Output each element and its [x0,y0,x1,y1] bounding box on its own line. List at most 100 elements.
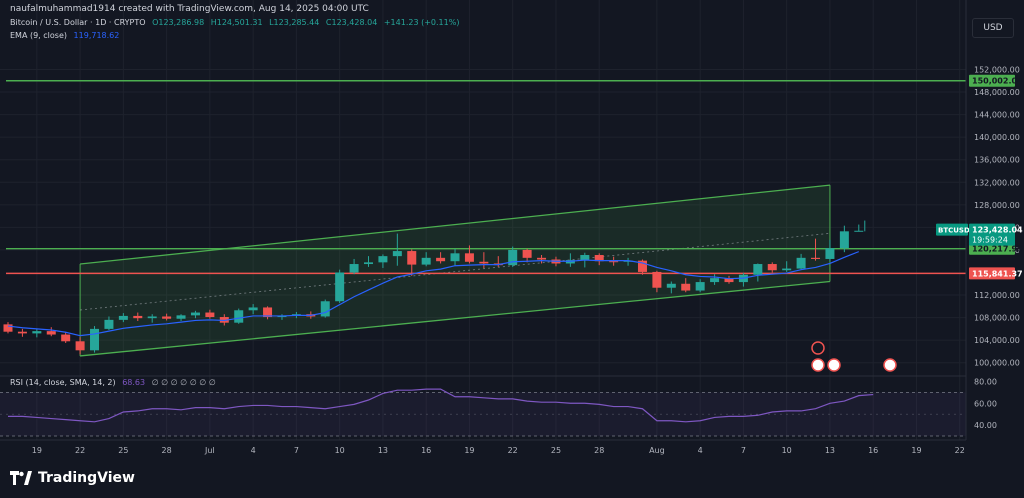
symbol-legend[interactable]: Bitcoin / U.S. Dollar · 1D · CRYPTO O123… [10,18,463,27]
candle-body [652,271,662,288]
channel-fill [80,185,830,356]
price-tick-label: 140,000.00 [974,133,1020,142]
time-tick-label: 22 [75,446,85,455]
candle-body [609,261,619,263]
candle-body [248,307,258,311]
level-label-low: 115,841.37 [972,269,1023,278]
candle-body [666,283,676,288]
candle-body [450,253,460,262]
time-tick-label: 7 [741,446,746,455]
candle-body [176,315,186,319]
chart-header: naufalmuhammad1914 created with TradingV… [10,4,369,14]
price-tick-label: 144,000.00 [974,111,1020,120]
level-label-mid: 120,217.99 [972,245,1023,254]
price-tick-label: 108,000.00 [974,314,1020,323]
ema-legend[interactable]: EMA (9, close) 119,718.62 [10,31,123,40]
rsi-tick-label: 40.00 [974,421,997,430]
tradingview-brand[interactable]: TradingView [10,470,135,486]
currency-button[interactable]: USD [972,18,1014,38]
time-tick-label: 28 [594,446,604,455]
candle-body [320,301,330,317]
rsi-value: 68.63 [122,378,146,387]
candle-body [349,264,359,273]
candle-body [133,315,143,319]
ema-value: 119,718.62 [73,31,120,40]
time-tick-label: Aug [649,446,665,455]
time-tick-label: 28 [162,446,172,455]
candle-body [234,310,244,323]
price-chart[interactable]: 100,000.00 104,000.00 108,000.00 112,000.00… [0,0,1024,498]
price-tick-label: 104,000.00 [974,336,1020,345]
candle-body [190,312,200,316]
candle-body [118,315,128,320]
candle-body [839,231,849,249]
symbol-tag: BTCUSD [938,227,970,235]
candle-body [825,248,835,259]
price-tick-label: 132,000.00 [974,178,1020,187]
open-value: O123,286.98 [152,18,205,27]
candle-body [17,331,27,334]
event-icon [811,358,825,372]
time-tick-label: 13 [378,446,388,455]
candle-body [104,319,114,329]
candle-body [580,255,590,261]
time-tick-label: Jul [204,446,215,455]
candle-body [147,316,157,319]
time-tick-label: 10 [335,446,345,455]
candle-body [162,316,172,319]
time-tick-label: 25 [118,446,128,455]
high-value: H124,501.31 [210,18,263,27]
rsi-na-values: ∅ ∅ ∅ ∅ ∅ ∅ ∅ [151,378,216,387]
time-tick-label: 4 [698,446,703,455]
time-tick-label: 16 [868,446,878,455]
time-tick-label: 19 [911,446,921,455]
rsi-legend[interactable]: RSI (14, close, SMA, 14, 2) 68.63 ∅ ∅ ∅ … [10,378,220,387]
symbol-title: Bitcoin / U.S. Dollar · 1D · CRYPTO [10,18,146,27]
candle-body [378,256,388,263]
candle-body [75,341,85,351]
candle-body [46,331,56,335]
event-icon [827,358,841,372]
candle-body [479,261,489,264]
brand-name: TradingView [38,470,135,486]
candle-body [3,324,13,332]
event-icon [883,358,897,372]
level-label-top: 150,002.04 [972,77,1023,86]
time-tick-label: 7 [294,446,299,455]
candle-body [90,328,100,351]
low-value: L123,285.44 [269,18,320,27]
candle-body [407,251,417,265]
close-value: C123,428.04 [325,18,378,27]
time-tick-label: 19 [464,446,474,455]
time-tick-label: 22 [508,446,518,455]
candle-body [811,257,821,259]
candle-body [681,283,691,291]
candle-body [695,282,705,291]
candle-body [522,249,532,258]
candle-body [537,257,547,260]
candle-body [205,312,215,318]
candle-body [753,264,763,275]
price-tick-label: 136,000.00 [974,156,1020,165]
time-tick-label: 19 [32,446,42,455]
countdown-label: 19:59:24 [972,236,1008,245]
candle-body [782,268,792,271]
candle-body [436,257,446,262]
ema-label: EMA (9, close) [10,31,67,40]
candle-body [464,253,474,262]
time-tick-label: 13 [825,446,835,455]
candle-body [364,262,373,265]
time-tick-label: 16 [421,446,431,455]
rsi-tick-label: 60.00 [974,399,997,408]
price-tick-label: 128,000.00 [974,201,1020,210]
candle-body [854,230,864,232]
time-tick-label: 22 [955,446,965,455]
rsi-label: RSI (14, close, SMA, 14, 2) [10,378,116,387]
candle-body [710,278,720,283]
candle-body [421,257,431,265]
time-tick-label: 4 [251,446,256,455]
price-tick-label: 148,000.00 [974,88,1020,97]
last-price-label: 123,428.04 [972,226,1023,235]
candle-body [335,272,345,302]
candle-body [767,264,777,271]
